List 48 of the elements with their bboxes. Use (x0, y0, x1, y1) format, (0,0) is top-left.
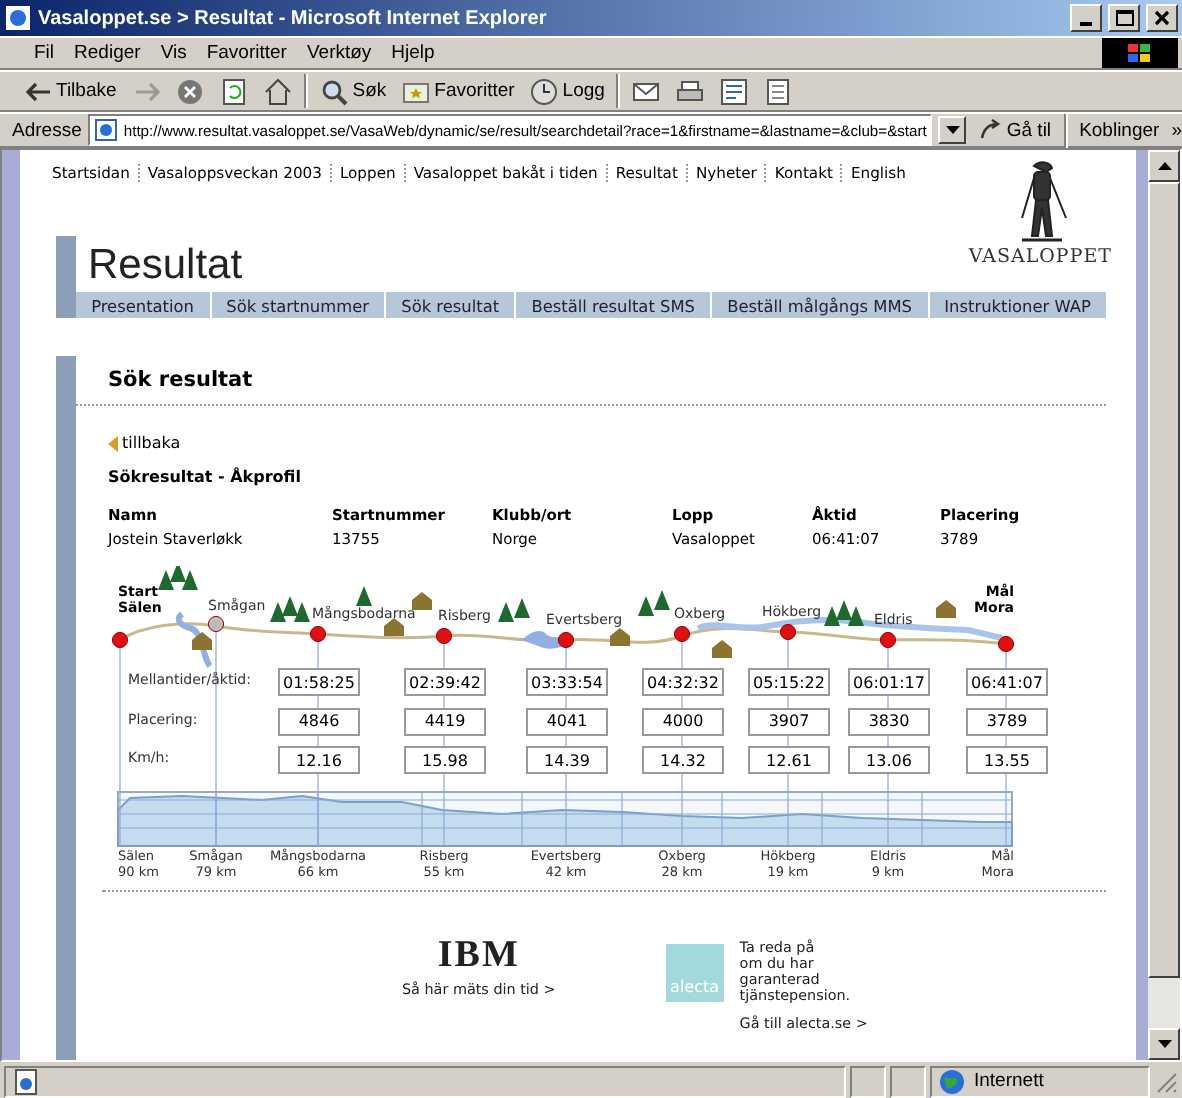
links-button[interactable]: Koblinger (1073, 119, 1166, 141)
menu-item[interactable]: Verktøy (296, 42, 382, 64)
value-box: 06:41:07 (966, 668, 1048, 696)
address-label: Adresse (12, 119, 82, 141)
value-box: 3789 (966, 707, 1048, 735)
value-box: 4000 (642, 707, 724, 735)
value-box: 06:01:17 (848, 668, 930, 696)
value-box: 03:33:54 (526, 668, 608, 696)
value-box: 15.98 (404, 746, 486, 774)
more-chevron[interactable]: » (1171, 119, 1182, 141)
window-title: Vasaloppet.se > Resultat - Microsoft Internet Explorer (38, 7, 549, 29)
value-box: 4041 (526, 707, 608, 735)
value-box: 4419 (404, 707, 486, 735)
tab[interactable]: Presentation (76, 292, 210, 318)
value-box: 14.32 (642, 746, 724, 774)
result-heading: Sökresultat - Åkprofil (108, 468, 303, 486)
menu-item[interactable]: Hjelp (381, 42, 445, 64)
value-box: 05:15:22 (748, 668, 830, 696)
value-box: 14.39 (526, 746, 608, 774)
value-box: 13.06 (848, 746, 930, 774)
tab[interactable]: Instruktioner WAP (929, 292, 1106, 318)
value-box: 12.16 (278, 746, 360, 774)
go-button[interactable]: Gå til (972, 118, 1058, 142)
page-title: Resultat (86, 240, 243, 292)
tab[interactable]: Sök startnummer (211, 292, 385, 318)
value-box: 3830 (848, 707, 930, 735)
value-box: 3907 (748, 707, 830, 735)
history-button[interactable]: Logg (526, 72, 609, 110)
menu-item[interactable]: Fil (24, 42, 65, 64)
favorites-button[interactable]: Favoritter (398, 72, 519, 110)
menu-item[interactable]: Rediger (64, 42, 151, 64)
logo-text: VASALOPPET (968, 246, 1112, 268)
search-button[interactable]: Søk (316, 72, 391, 110)
zone-label: Internett (974, 1070, 1044, 1092)
menu-item[interactable]: Favoritter (196, 42, 297, 64)
tab[interactable]: Beställ resultat SMS (516, 292, 711, 318)
value-box: 13.55 (966, 746, 1048, 774)
value-box: 12.61 (748, 746, 830, 774)
value-box: 02:39:42 (404, 668, 486, 696)
tab[interactable]: Beställ målgångs MMS (712, 292, 928, 318)
section-title: Sök resultat (76, 356, 1106, 406)
value-box: 01:58:25 (278, 668, 360, 696)
tab[interactable]: Sök resultat (386, 292, 515, 318)
value-box: 4846 (278, 707, 360, 735)
menu-item[interactable]: Vis (150, 42, 197, 64)
back-button[interactable]: Tilbake (20, 72, 121, 110)
value-box: 04:32:32 (642, 668, 724, 696)
back-link[interactable]: tillbaka (108, 434, 181, 452)
